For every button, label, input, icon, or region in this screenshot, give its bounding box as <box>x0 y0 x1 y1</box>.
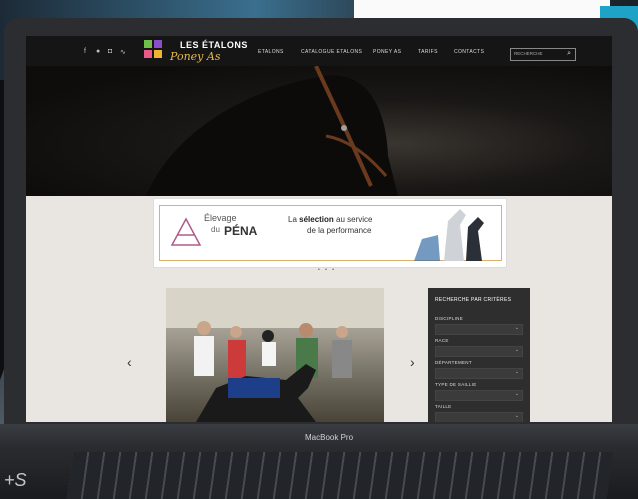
logo-square-purple <box>154 40 162 48</box>
carousel-prev-arrow[interactable]: ‹ <box>127 354 132 370</box>
filter-label-discipline: DISCIPLINE <box>435 316 464 321</box>
filter-label-race: RACE <box>435 338 449 343</box>
banner-tagline-line2: de la performance <box>307 226 372 235</box>
banner-pena: PÉNA <box>224 224 258 238</box>
search-input[interactable]: RECHERCHE ⌕ <box>510 48 576 61</box>
carousel-photo <box>166 288 384 422</box>
brand-title[interactable]: LES ÉTALONS <box>180 40 248 50</box>
banner-horses-icon <box>414 209 484 261</box>
chevron-down-icon: ⌄ <box>514 413 519 419</box>
circle-icon[interactable]: ● <box>96 48 100 55</box>
search-icon[interactable]: ⌕ <box>567 50 571 58</box>
nav-catalogue-etalons[interactable]: CATALOGUE ETALONS <box>301 49 362 55</box>
chevron-down-icon: ⌄ <box>514 325 519 331</box>
nav-poney-as[interactable]: PONEY AS <box>373 49 401 55</box>
logo-square-green <box>144 40 152 48</box>
brand-subtitle[interactable]: Poney As <box>170 50 220 63</box>
banner-du: du <box>211 225 220 234</box>
chevron-down-icon: ⌄ <box>514 369 519 375</box>
nav-etalons[interactable]: ETALONS <box>258 49 284 55</box>
filter-select-discipline[interactable]: ⌄ <box>435 324 523 335</box>
search-placeholder: RECHERCHE <box>514 51 543 56</box>
banner-elevage: Élevage <box>204 213 237 223</box>
filter-select-type-de-saillie[interactable]: ⌄ <box>435 390 523 401</box>
filter-label-departement: DÉPARTEMENT <box>435 360 472 365</box>
banner-tagline-line1: La sélection au service <box>288 215 373 224</box>
instagram-icon[interactable]: ◘ <box>108 48 112 55</box>
keyboard <box>66 452 614 499</box>
website-screen: f ● ◘ ∿ LES ÉTALONS Poney As ETALONS CAT… <box>26 36 612 422</box>
nav-tarifs[interactable]: TARIFS <box>418 49 438 55</box>
corner-text: +S <box>4 470 27 490</box>
rss-icon[interactable]: ∿ <box>120 48 126 56</box>
filter-panel-title: RECHERCHE PAR CRITÈRES <box>435 297 512 303</box>
filter-select-race[interactable]: ⌄ <box>435 346 523 357</box>
facebook-icon[interactable]: f <box>84 48 86 55</box>
chevron-down-icon: ⌄ <box>514 347 519 353</box>
pena-logo-icon <box>170 217 202 246</box>
logo-square-orange <box>154 50 162 58</box>
filter-label-taille: TAILLE <box>435 404 452 409</box>
laptop-model-label: MacBook Pro <box>305 433 354 442</box>
chevron-down-icon: ⌄ <box>514 391 519 397</box>
carousel-next-arrow[interactable]: › <box>410 354 415 370</box>
pony-rider-photo <box>166 288 384 422</box>
horse-silhouette-icon <box>146 65 398 196</box>
logo-square-pink <box>144 50 152 58</box>
nav-contacts[interactable]: CONTACTS <box>454 49 484 55</box>
pena-banner[interactable]: Élevage du PÉNA La sélection au service … <box>153 198 507 268</box>
filter-panel: RECHERCHE PAR CRITÈRES DISCIPLINE ⌄ RACE… <box>428 288 530 422</box>
filter-select-taille[interactable]: ⌄ <box>435 412 523 422</box>
site-header: f ● ◘ ∿ LES ÉTALONS Poney As ETALONS CAT… <box>26 36 612 66</box>
filter-label-type-de-saillie: TYPE DE SAILLIE <box>435 382 477 387</box>
hero-horse-image <box>26 65 612 196</box>
filter-select-departement[interactable]: ⌄ <box>435 368 523 379</box>
carousel-dots[interactable]: • • • <box>318 267 336 273</box>
